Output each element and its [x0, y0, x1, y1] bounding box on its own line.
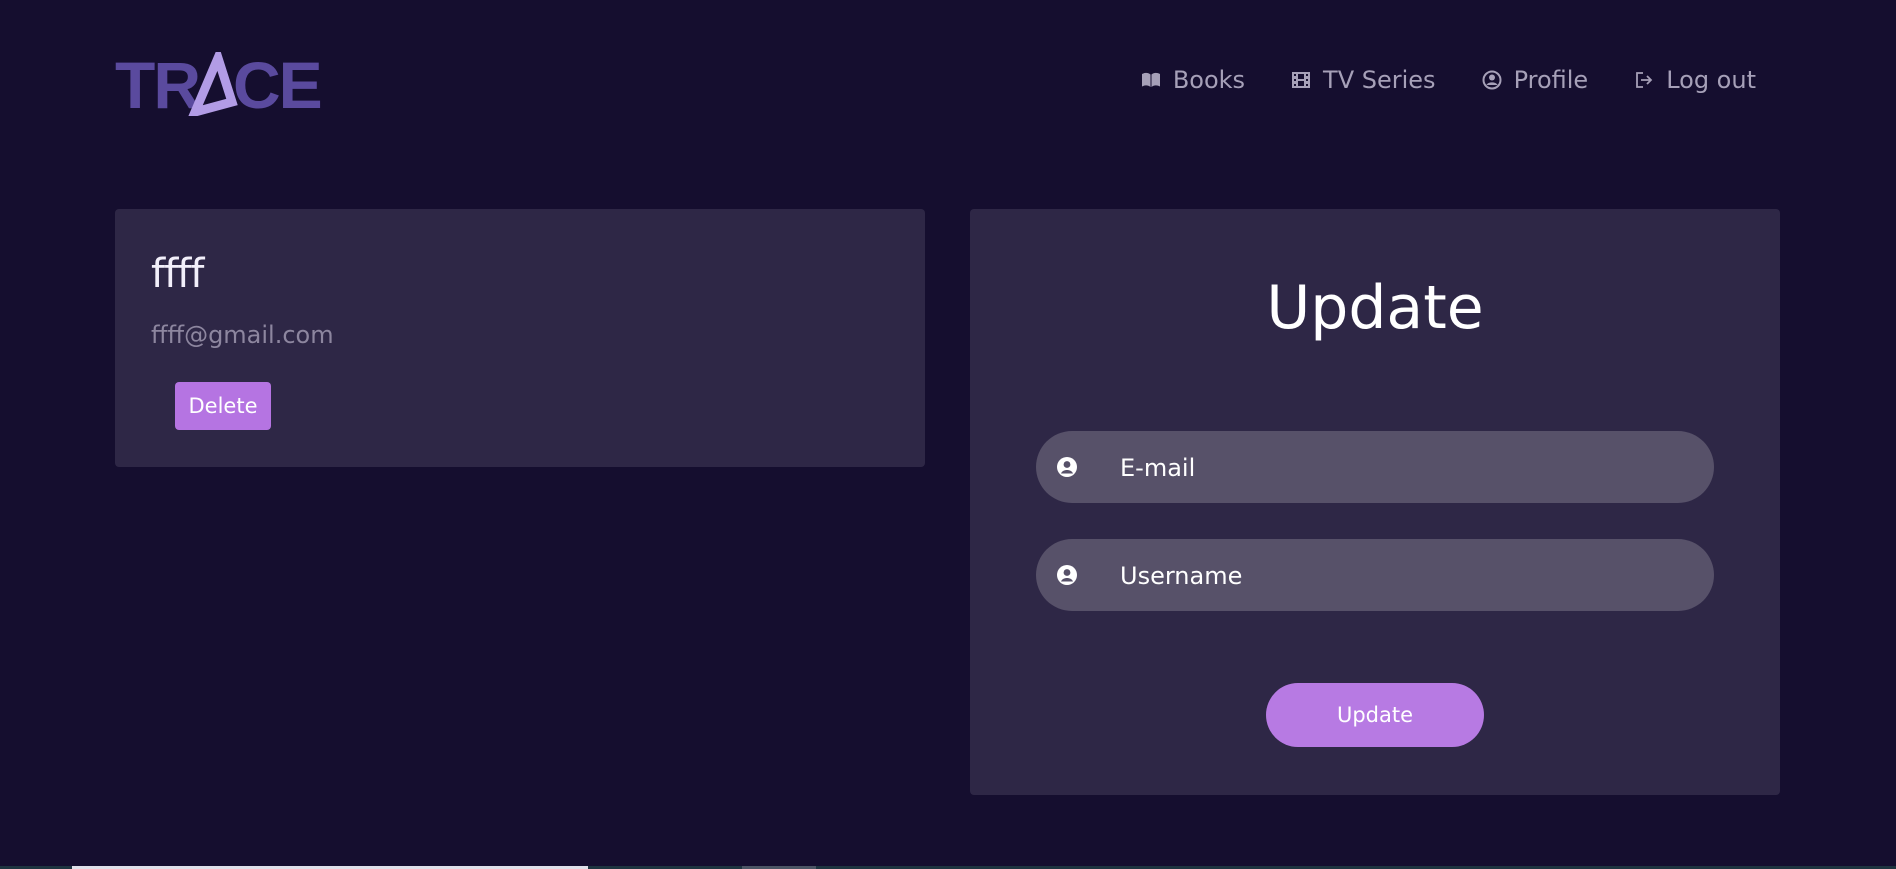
- trace-logo[interactable]: TR CE: [115, 52, 329, 116]
- update-button[interactable]: Update: [1266, 683, 1484, 747]
- main-nav: Books TV Series Profile Log out: [1141, 66, 1756, 94]
- profile-username: ffff: [151, 251, 204, 297]
- nav-profile[interactable]: Profile: [1482, 66, 1589, 94]
- logo-text-right: CE: [233, 52, 321, 116]
- user-circle-icon: [1056, 564, 1078, 586]
- user-circle-icon: [1482, 70, 1502, 90]
- nav-profile-label: Profile: [1513, 66, 1589, 94]
- email-field-wrapper: [1036, 431, 1714, 505]
- logo-text-left: TR: [115, 52, 200, 116]
- nav-books[interactable]: Books: [1141, 66, 1245, 94]
- nav-tv-series-label: TV Series: [1323, 66, 1436, 94]
- film-icon: [1291, 70, 1311, 90]
- user-circle-icon: [1056, 456, 1078, 478]
- email-input[interactable]: [1118, 431, 1690, 505]
- update-title: Update: [1266, 273, 1484, 343]
- delete-button[interactable]: Delete: [175, 382, 271, 430]
- book-icon: [1141, 70, 1161, 90]
- logout-icon: [1634, 70, 1654, 90]
- profile-email: ffff@gmail.com: [151, 321, 334, 349]
- nav-logout[interactable]: Log out: [1634, 66, 1756, 94]
- username-input[interactable]: [1118, 539, 1690, 613]
- profile-card: ffff ffff@gmail.com Delete: [115, 209, 925, 467]
- nav-tv-series[interactable]: TV Series: [1291, 66, 1436, 94]
- logo-triangle: [188, 52, 238, 116]
- nav-logout-label: Log out: [1666, 66, 1756, 94]
- username-field-wrapper: [1036, 539, 1714, 613]
- nav-books-label: Books: [1172, 66, 1246, 94]
- update-card: Update Update: [970, 209, 1780, 795]
